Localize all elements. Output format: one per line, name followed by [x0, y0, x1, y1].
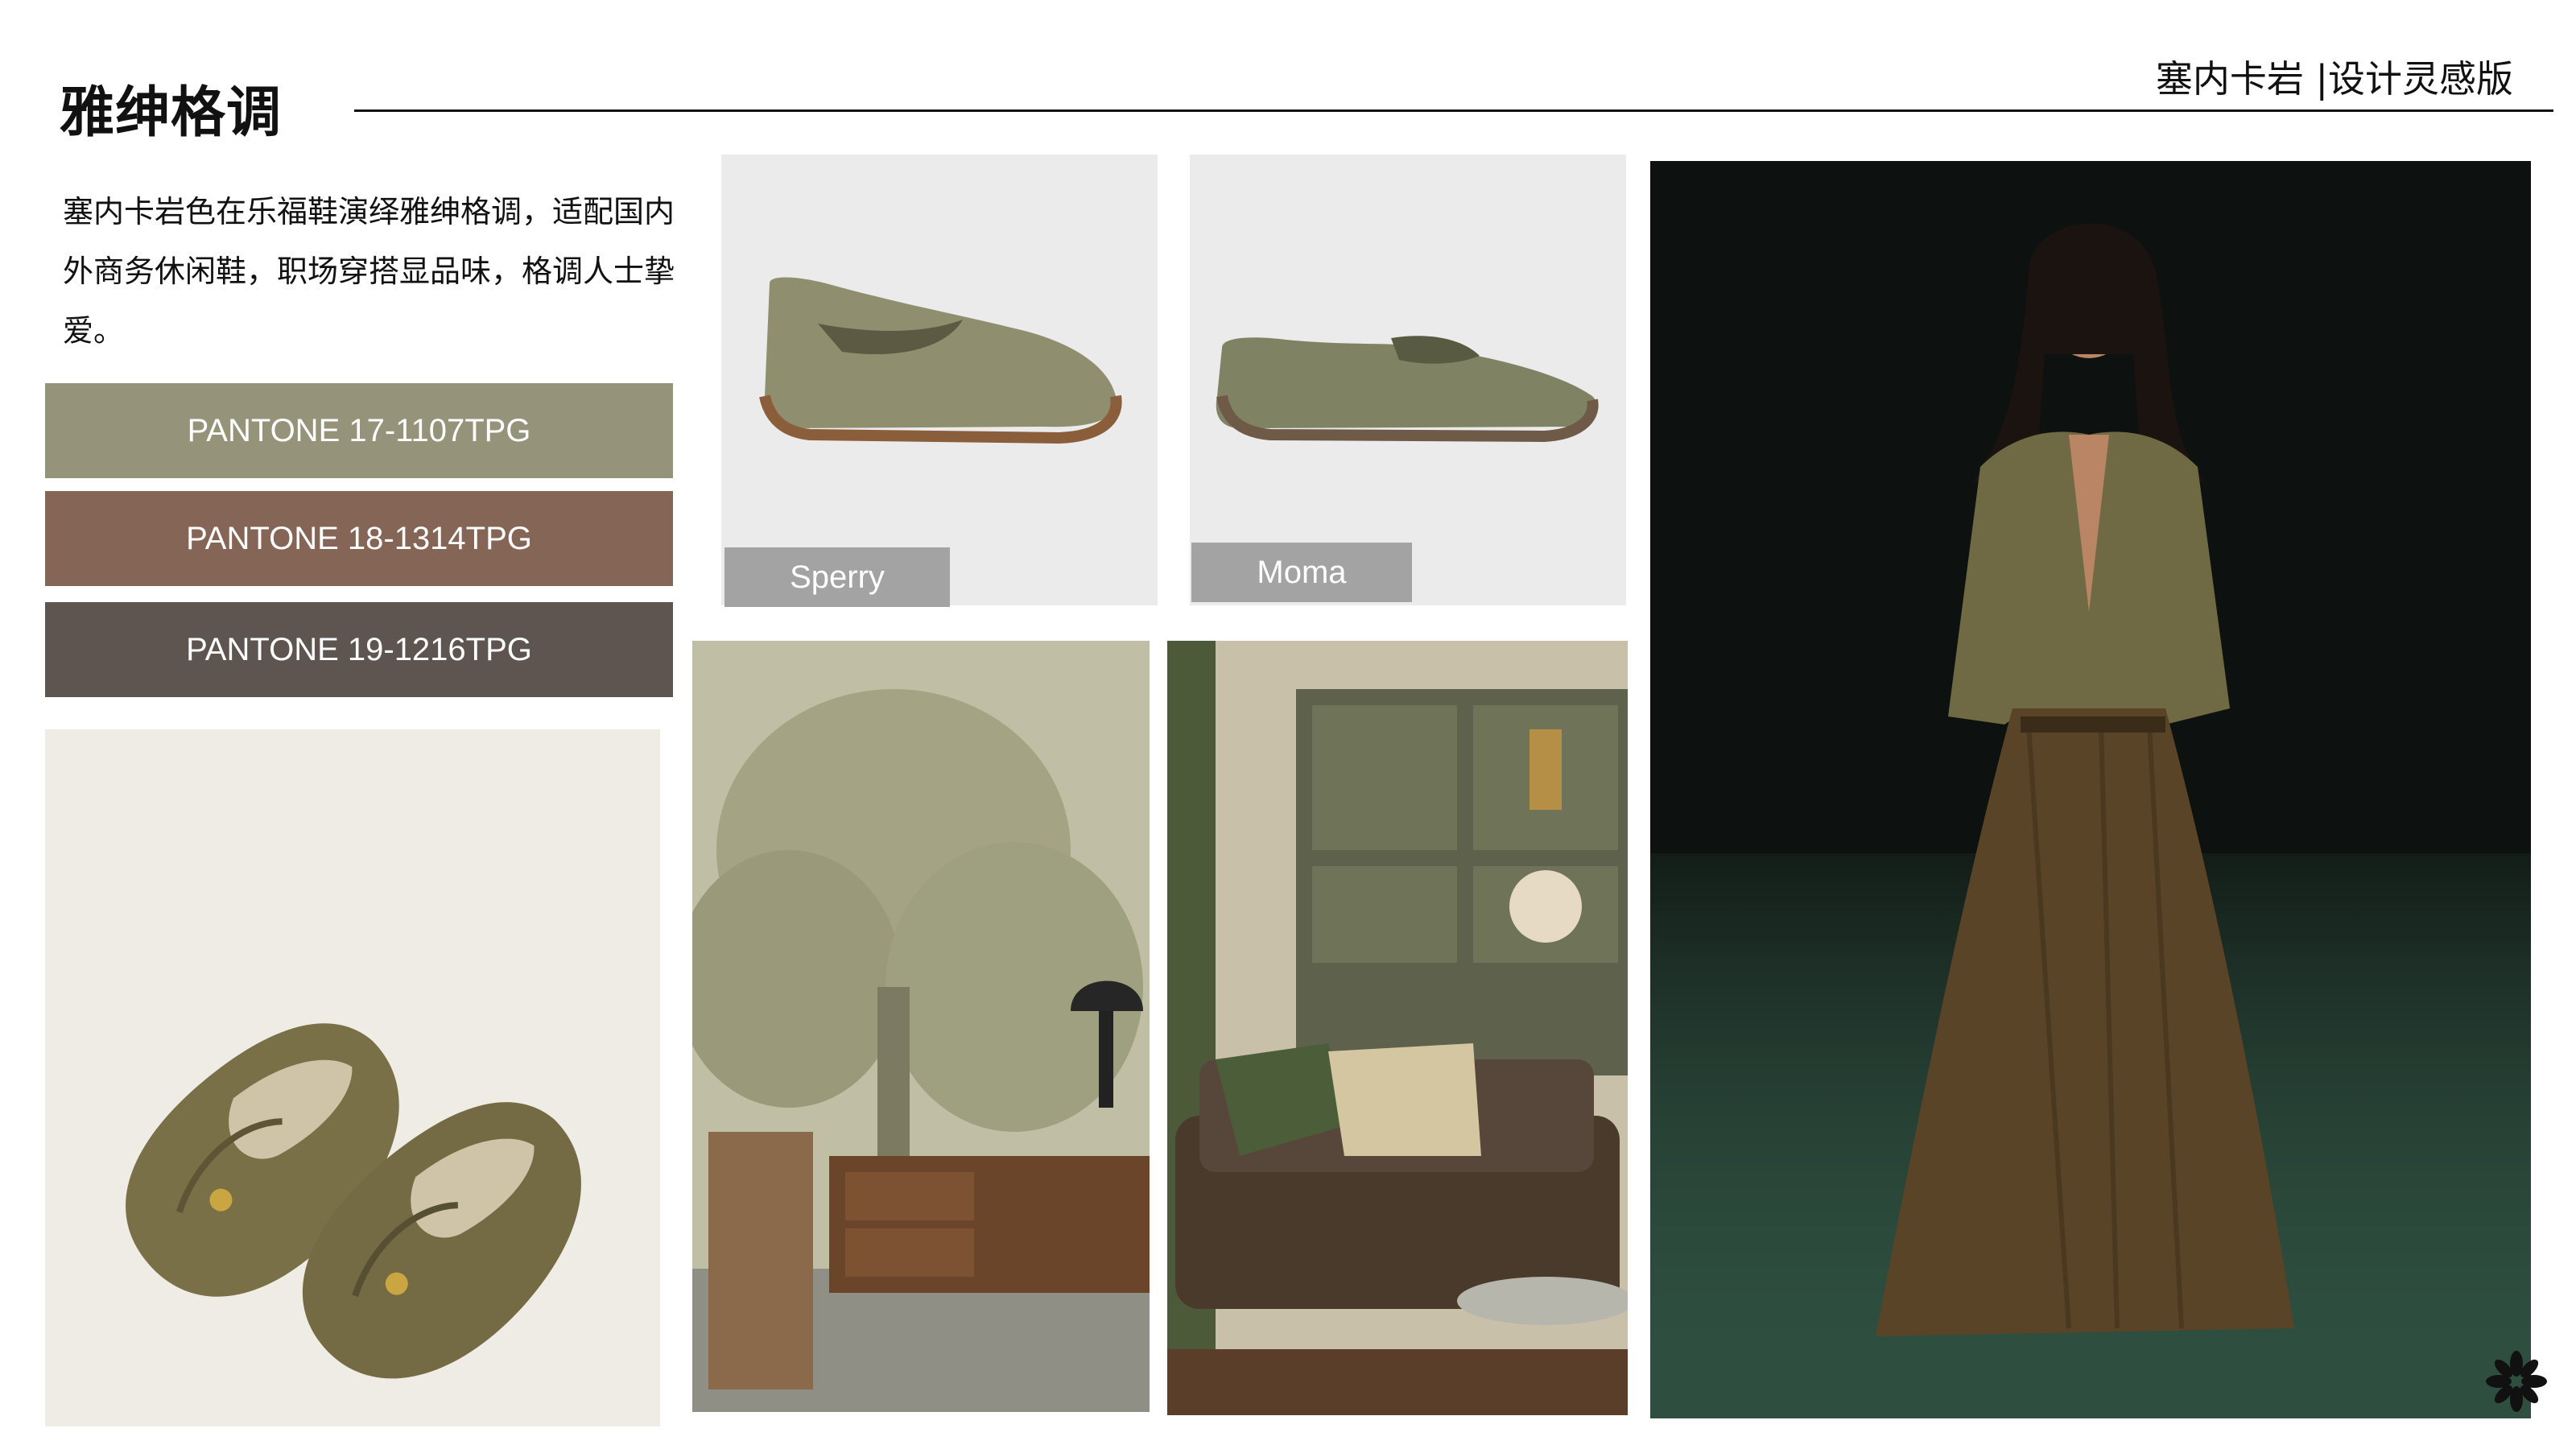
page-title: 雅绅格调: [60, 81, 283, 145]
swatch-18-1314: PANTONE 18-1314TPG: [45, 491, 673, 586]
moma-loafer-illustration: [1190, 155, 1626, 605]
suede-loafer-photo: [45, 729, 660, 1426]
asterisk-flower-icon: [2484, 1349, 2549, 1414]
mural-interior-photo: [692, 641, 1150, 1412]
moma-caption: Moma: [1191, 543, 1412, 602]
moma-loafer-photo: [1190, 155, 1626, 605]
header-divider: [354, 109, 2553, 112]
swatch-label: PANTONE 17-1107TPG: [187, 412, 531, 448]
swatch-label: PANTONE 19-1216TPG: [186, 631, 532, 667]
runway-model-photo: [1650, 161, 2531, 1418]
swatch-19-1216: PANTONE 19-1216TPG: [45, 602, 673, 697]
description-text: 塞内卡岩色在乐福鞋演绎雅绅格调，适配国内外商务休闲鞋，职场穿搭显品味，格调人士挚…: [63, 194, 675, 349]
runway-model-illustration: [1650, 161, 2531, 1418]
sperry-caption: Sperry: [724, 547, 950, 607]
sperry-loafer-illustration: [721, 155, 1158, 605]
swatch-17-1107: PANTONE 17-1107TPG: [45, 383, 673, 478]
swatch-label: PANTONE 18-1314TPG: [186, 520, 532, 556]
living-room-photo: [1167, 641, 1628, 1415]
suede-loafer-illustration: [45, 729, 660, 1426]
brand-label: 塞内卡岩 |设计灵感版: [2155, 57, 2513, 101]
living-room-illustration: [1167, 641, 1628, 1415]
sperry-loafer-photo: [721, 155, 1158, 605]
mural-interior-illustration: [692, 641, 1150, 1412]
